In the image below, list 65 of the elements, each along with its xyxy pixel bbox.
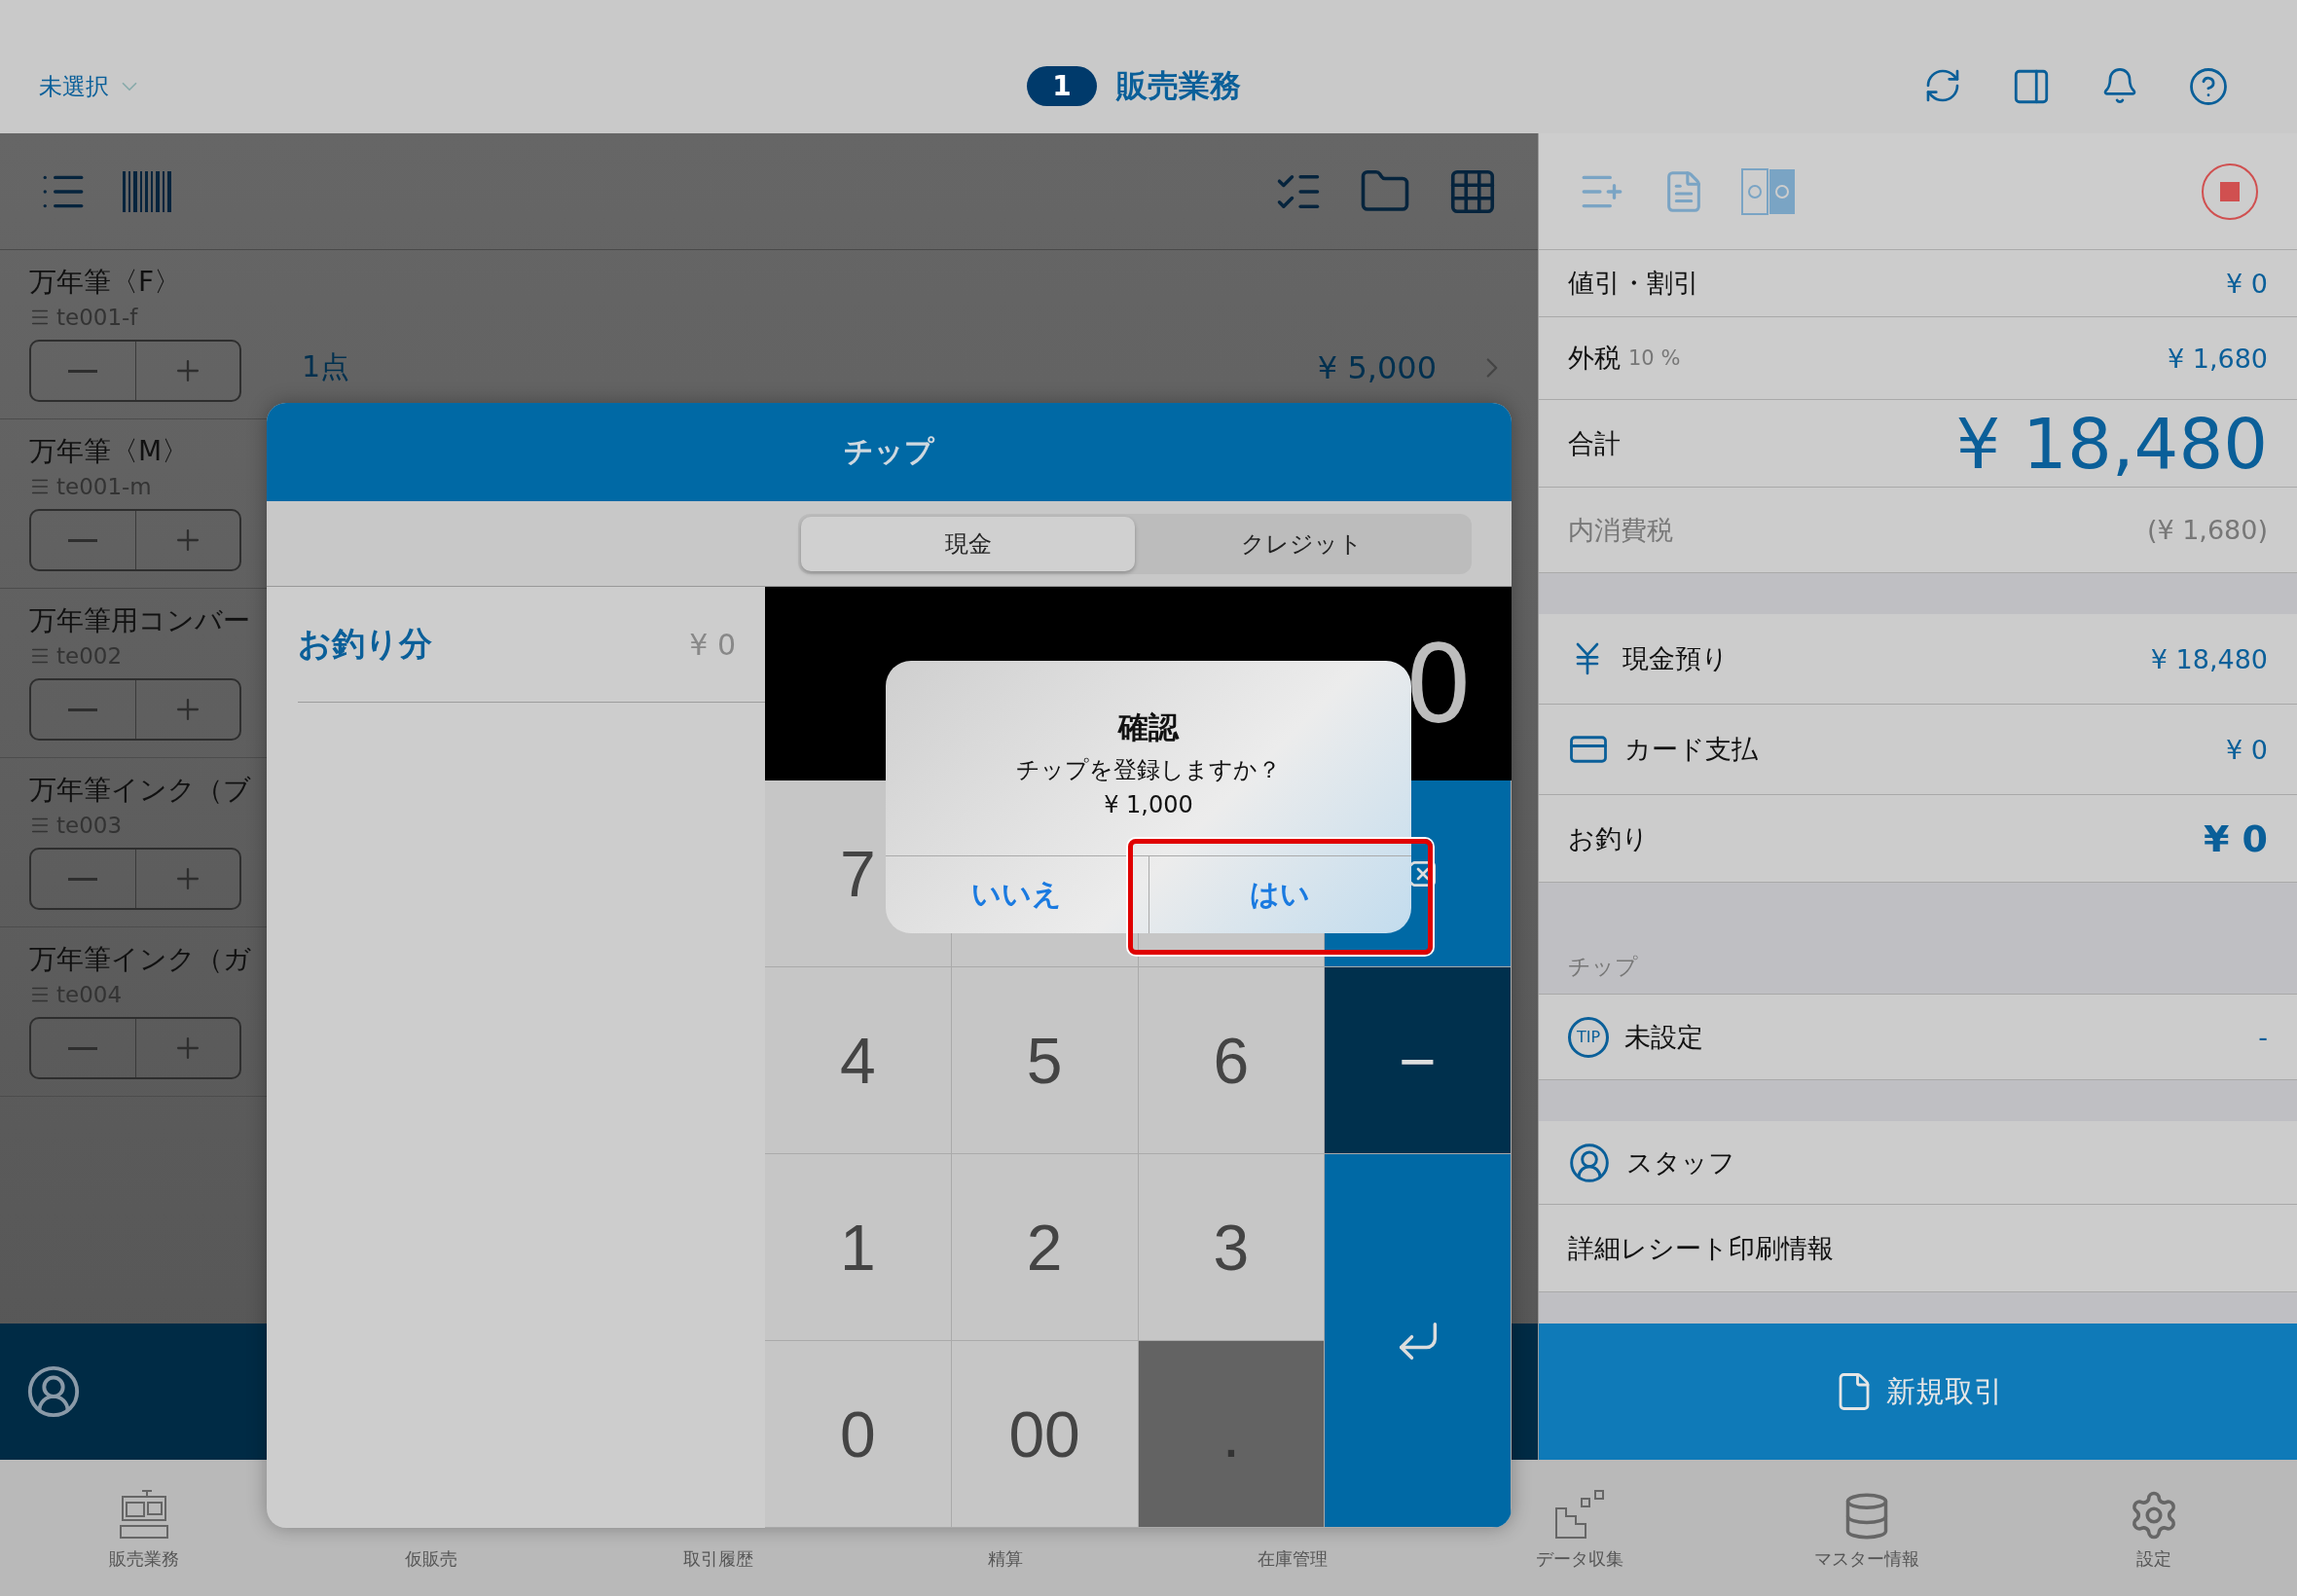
keypad-key[interactable]: 2 — [951, 1154, 1139, 1341]
count-badge: 1 — [1027, 66, 1097, 106]
minus-key[interactable]: − — [1325, 967, 1512, 1154]
item-count: 1点 — [302, 348, 350, 385]
summary-label: 値引・割引 — [1568, 267, 1699, 300]
staff-icon — [1568, 1141, 1611, 1184]
help-icon[interactable] — [2188, 65, 2229, 107]
summary-value: ¥ 0 — [2226, 268, 2268, 299]
barcode-icon[interactable] — [123, 170, 173, 212]
payment-value: ¥ 0 — [2203, 816, 2268, 860]
tab-bar-item[interactable]: データ収集 — [1436, 1460, 1723, 1596]
product-name[interactable]: 万年筆用コンバー — [29, 602, 250, 639]
segment-tab[interactable]: クレジット — [1135, 516, 1469, 571]
minus-icon — [68, 538, 98, 542]
keypad-key[interactable]: 6 — [1138, 967, 1326, 1154]
staff-label[interactable]: スタッフ — [1626, 1144, 1735, 1180]
receipt-info-label[interactable]: 詳細レシート印刷情報 — [1568, 1230, 1834, 1266]
segment-tab[interactable]: 現金 — [801, 516, 1135, 571]
summary-value: (¥ 1,680) — [2146, 515, 2268, 545]
payment-label[interactable]: カード支払 — [1624, 732, 1758, 767]
minus-icon — [68, 877, 98, 881]
minus-icon — [68, 1046, 98, 1050]
keypad-key[interactable]: 00 — [951, 1341, 1139, 1528]
summary-label: 内消費税 — [1568, 513, 1673, 547]
alert-title: 確認 — [1118, 708, 1179, 746]
tip-value: - — [2258, 1022, 2268, 1052]
minus-icon — [68, 369, 98, 373]
stop-button[interactable] — [2202, 163, 2258, 220]
product-name[interactable]: 万年筆〈M〉 — [29, 433, 190, 470]
product-name[interactable]: 万年筆〈F〉 — [29, 264, 182, 301]
payment-label[interactable]: お釣り — [1568, 820, 1649, 856]
user-icon[interactable] — [25, 1363, 82, 1420]
line-amount: ¥ 5,000 — [1317, 348, 1437, 386]
new-transaction-button[interactable]: 新規取引 — [1539, 1324, 2297, 1460]
keypad-key[interactable]: 0 — [765, 1341, 952, 1528]
dialog-title: チップ — [844, 433, 934, 470]
keypad-key[interactable]: 1 — [765, 1154, 952, 1341]
minus-icon — [68, 707, 98, 711]
alert-message: チップを登録しますか？ — [1016, 755, 1281, 785]
keypad-key[interactable]: 5 — [951, 967, 1139, 1154]
change-value: ¥ 0 — [689, 627, 736, 662]
alert-amount: ¥ 1,000 — [1104, 791, 1193, 818]
keypad-key[interactable]: 4 — [765, 967, 952, 1154]
payment-value: ¥ 0 — [2226, 734, 2268, 765]
tip-label[interactable]: 未設定 — [1624, 1019, 1703, 1055]
summary-label: 合計 — [1568, 426, 1621, 460]
tab-bar-item[interactable]: マスター情報 — [1723, 1460, 2010, 1596]
alert-button[interactable]: はい — [1148, 856, 1411, 933]
tax-rate: 10 % — [1628, 346, 1681, 370]
page-title: 販売業務 — [1115, 65, 1241, 106]
tab-bar-item[interactable]: 販売業務 — [0, 1460, 287, 1596]
change-label: お釣り分 — [298, 623, 432, 665]
tab-bar-item[interactable]: 設定 — [2010, 1460, 2297, 1596]
tab-bar-item[interactable]: 仮販売 — [287, 1460, 574, 1596]
section-heading: チップ — [1568, 953, 1638, 981]
keypad-key[interactable]: 3 — [1138, 1154, 1326, 1341]
store-selector[interactable]: 未選択 — [39, 70, 109, 102]
tip-icon: TIP — [1568, 1016, 1609, 1058]
product-name[interactable]: 万年筆インク（ブ — [29, 772, 251, 809]
summary-value: ¥ 18,480 — [1955, 402, 2268, 485]
summary-value: ¥ 1,680 — [2167, 343, 2268, 374]
payment-value: ¥ 18,480 — [2150, 643, 2268, 674]
amount-display: 0 — [1404, 621, 1473, 746]
payment-label[interactable]: 現金預り — [1622, 641, 1729, 676]
summary-label: 外税 — [1568, 342, 1621, 375]
